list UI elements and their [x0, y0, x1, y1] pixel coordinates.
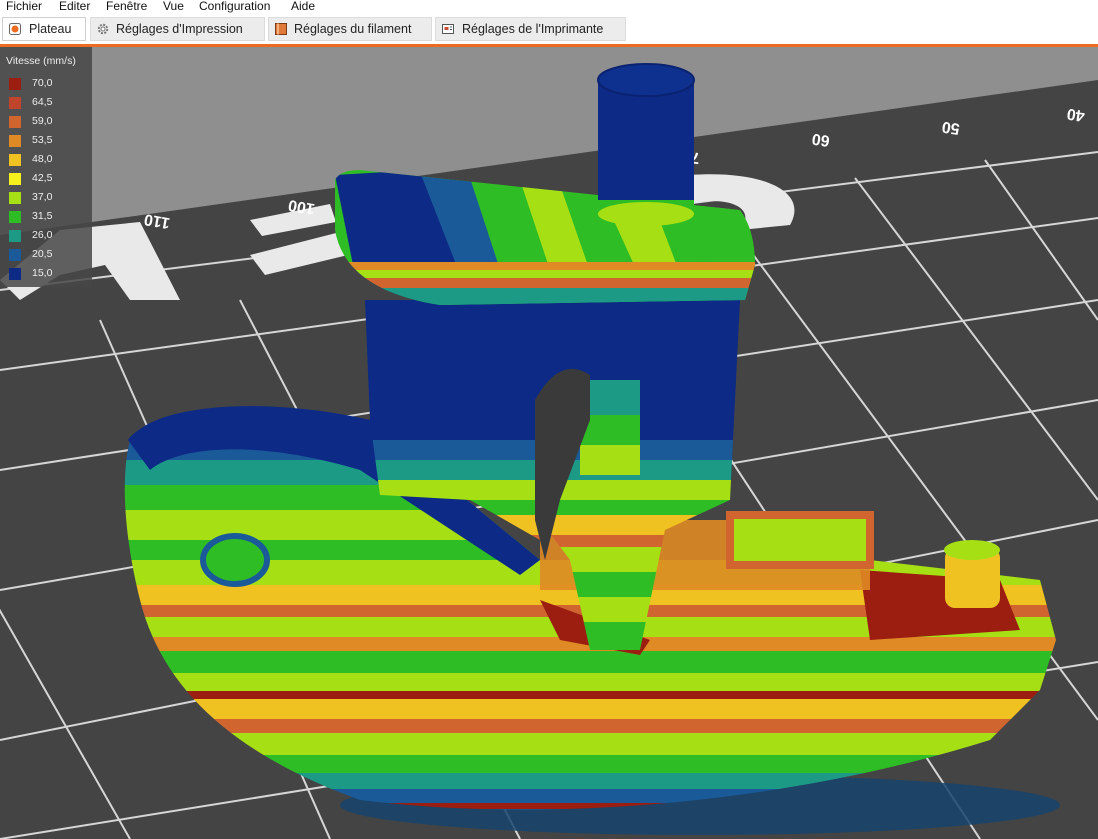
- filament-spool-icon: [275, 23, 287, 35]
- legend-value: 59,0: [32, 115, 53, 127]
- menu-bar: Fichier Editer Fenêtre Vue Configuration…: [0, 0, 1098, 14]
- 3d-viewport[interactable]: 110 100 70 60 50 40: [0, 47, 1098, 839]
- tab-printer-settings[interactable]: Réglages de l'Imprimante: [435, 17, 626, 41]
- bow-bollard-top: [944, 540, 1000, 560]
- deck-hatch: [726, 511, 874, 569]
- menu-aide[interactable]: Aide: [291, 0, 315, 13]
- menu-vue[interactable]: Vue: [163, 0, 184, 13]
- legend-value: 53,5: [32, 134, 53, 146]
- legend-swatch: [9, 230, 21, 242]
- menu-fenetre[interactable]: Fenêtre: [106, 0, 147, 13]
- preview-scene[interactable]: 110 100 70 60 50 40: [0, 47, 1098, 839]
- legend-value: 48,0: [32, 153, 53, 165]
- tab-filament-settings-label: Réglages du filament: [294, 22, 412, 36]
- legend-swatch: [9, 97, 21, 109]
- legend-swatch: [9, 78, 21, 90]
- legend-value: 37,0: [32, 191, 53, 203]
- tab-filament-settings[interactable]: Réglages du filament: [268, 17, 432, 41]
- legend-title: Vitesse (mm/s): [6, 55, 76, 67]
- legend-swatch: [9, 268, 21, 280]
- tab-plater-label: Plateau: [29, 22, 72, 36]
- tab-bar: Plateau Réglages d'Impression Réglages d…: [0, 15, 1098, 44]
- menu-configuration[interactable]: Configuration: [199, 0, 270, 13]
- speed-legend: Vitesse (mm/s) 70,0 64,5 59,0 53,5 48,0 …: [0, 47, 92, 287]
- legend-value: 26,0: [32, 229, 53, 241]
- plater-icon: [9, 23, 21, 35]
- tab-print-settings-label: Réglages d'Impression: [116, 22, 243, 36]
- legend-swatch: [9, 249, 21, 261]
- legend-value: 42,5: [32, 172, 53, 184]
- hull-porthole: [200, 533, 270, 587]
- tab-print-settings[interactable]: Réglages d'Impression: [90, 17, 265, 41]
- chimney: [597, 63, 695, 226]
- legend-value: 64,5: [32, 96, 53, 108]
- legend-swatch: [9, 116, 21, 128]
- tab-printer-settings-label: Réglages de l'Imprimante: [462, 22, 604, 36]
- tab-plater[interactable]: Plateau: [2, 17, 86, 41]
- legend-swatch: [9, 135, 21, 147]
- legend-value: 31,5: [32, 210, 53, 222]
- legend-swatch: [9, 154, 21, 166]
- legend-swatch: [9, 192, 21, 204]
- printer-settings-icon: [442, 24, 454, 34]
- bed-label-60: 60: [811, 130, 831, 149]
- legend-value: 20,5: [32, 248, 53, 260]
- bed-label-40: 40: [1066, 105, 1086, 124]
- legend-value: 15,0: [32, 267, 53, 279]
- print-settings-gear-icon: [97, 23, 109, 35]
- menu-editer[interactable]: Editer: [59, 0, 90, 13]
- bed-label-50: 50: [941, 118, 961, 137]
- legend-swatch: [9, 173, 21, 185]
- menu-fichier[interactable]: Fichier: [6, 0, 42, 13]
- legend-swatch: [9, 211, 21, 223]
- legend-value: 70,0: [32, 77, 53, 89]
